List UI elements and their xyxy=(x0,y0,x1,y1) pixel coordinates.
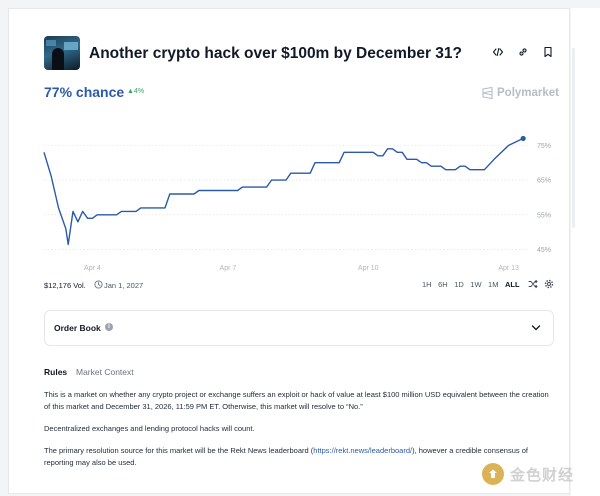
range-1h[interactable]: 1H xyxy=(422,280,432,289)
current-point xyxy=(520,135,526,142)
watermark: 金色财经 xyxy=(482,463,574,485)
end-date: Jan 1, 2027 xyxy=(104,281,144,290)
range-1m[interactable]: 1M xyxy=(488,280,498,289)
probability-line xyxy=(43,137,524,246)
clock-icon xyxy=(94,280,103,289)
rules-paragraph-2: Decentralized exchanges and lending prot… xyxy=(44,424,255,433)
y-tick-label: 65% xyxy=(537,178,551,185)
range-6h[interactable]: 6H xyxy=(438,280,448,289)
order-book-panel[interactable]: Order Book i xyxy=(44,310,554,346)
rekt-leaderboard-link[interactable]: https://rekt.news/leaderboard/ xyxy=(313,446,412,455)
time-range-selector: 1H 6H 1D 1W 1M ALL xyxy=(422,280,520,289)
y-tick-label: 45% xyxy=(537,247,551,254)
range-1d[interactable]: 1D xyxy=(454,280,464,289)
x-tick-label: Apr 13 xyxy=(498,265,519,272)
rules-paragraph-1: This is a market on whether any crypto p… xyxy=(44,390,549,411)
y-tick-label: 75% xyxy=(537,143,551,150)
coin-logo-icon xyxy=(482,463,504,485)
x-tick-label: Apr 7 xyxy=(220,265,237,272)
range-all[interactable]: ALL xyxy=(505,280,520,289)
range-1w[interactable]: 1W xyxy=(470,280,481,289)
tab-market-context[interactable]: Market Context xyxy=(76,367,134,377)
chevron-down-icon[interactable] xyxy=(531,324,541,332)
x-tick-label: Apr 4 xyxy=(84,265,101,272)
info-icon[interactable]: i xyxy=(105,323,113,331)
tab-rules[interactable]: Rules xyxy=(44,367,67,377)
volume: $12,176 Vol. xyxy=(44,281,86,290)
rules-paragraph-3: The primary resolution source for this m… xyxy=(44,446,528,467)
watermark-text: 金色财经 xyxy=(510,465,575,484)
order-book-label: Order Book xyxy=(54,323,101,333)
x-tick-label: Apr 10 xyxy=(358,265,379,272)
y-tick-label: 55% xyxy=(537,212,551,219)
shuffle-icon[interactable] xyxy=(528,279,538,289)
settings-gear-icon[interactable] xyxy=(544,279,554,289)
probability-chart[interactable]: 75% 65% 55% 45% Apr 4 Apr 7 Apr 10 Apr 13 xyxy=(0,0,600,496)
